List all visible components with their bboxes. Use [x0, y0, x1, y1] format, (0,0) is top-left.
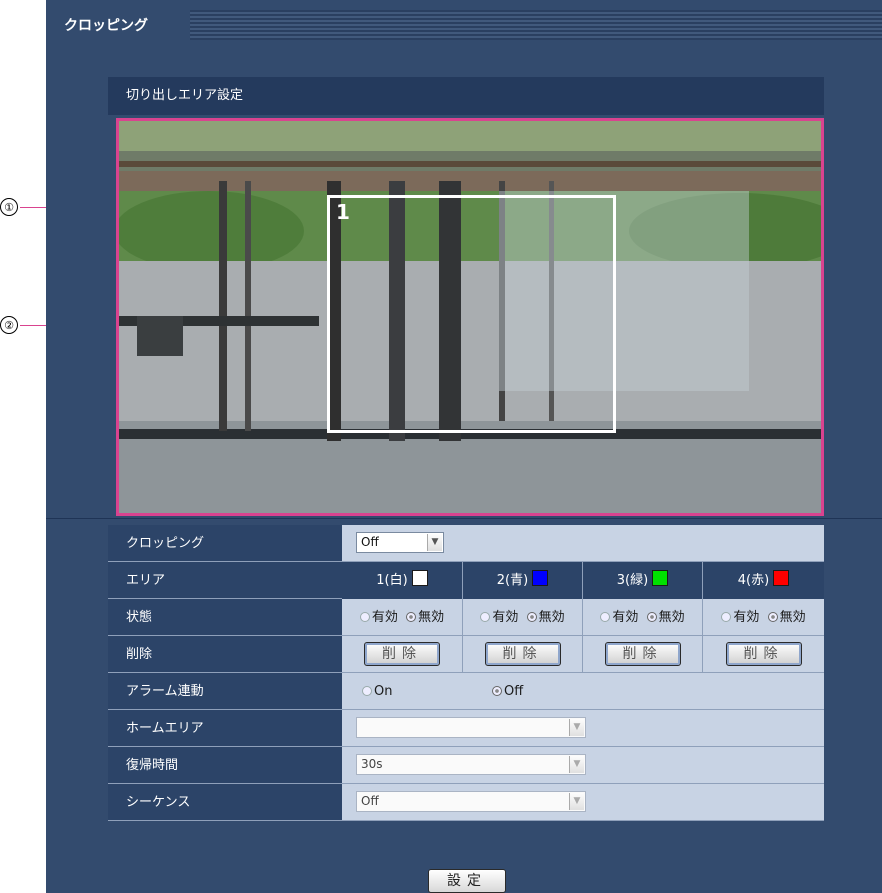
row-area: エリア 1(白) 2(青) 3(緑) 4(赤) — [108, 562, 824, 599]
settings-panel: クロッピング 切り出しエリア設定 1 クロッピング Off ▼ エリア 1(白)… — [46, 0, 882, 893]
span: Off — [361, 794, 379, 808]
span: 有効 — [733, 610, 760, 625]
span: 30s — [361, 757, 383, 771]
callout-1: ① — [0, 198, 18, 216]
alarm-label: アラーム連動 — [108, 673, 342, 710]
status-2-on-radio[interactable] — [480, 612, 491, 622]
camera-preview[interactable]: 1 — [116, 118, 824, 516]
status-4-on-radio[interactable] — [721, 612, 732, 622]
status-label: 状態 — [108, 599, 342, 636]
cell: 削除 — [702, 636, 824, 673]
span: 3(緑) — [616, 573, 649, 588]
cell: 削除 — [342, 636, 462, 673]
status-area-3: 有効 無効 — [582, 599, 702, 636]
area-1-swatch — [411, 570, 428, 586]
value: 有効 無効 有効 無効 有効 無効 有効 無効 — [342, 599, 824, 636]
value: On Off — [342, 673, 824, 710]
status-4-off-radio[interactable] — [767, 612, 778, 622]
span: 有効 — [492, 610, 519, 625]
home-area-select[interactable]: ▼ — [356, 717, 586, 738]
crop-area-number: 1 — [336, 200, 350, 224]
span: 有効 — [612, 610, 639, 625]
row-alarm: アラーム連動 On Off — [108, 673, 824, 710]
span: 無効 — [658, 610, 685, 625]
tab-cropping[interactable]: クロッピング — [46, 8, 186, 44]
area-4-swatch — [773, 570, 790, 586]
area-2-swatch — [532, 570, 549, 586]
status-2-off-radio[interactable] — [526, 612, 537, 622]
cropping-select-value: Off — [361, 535, 379, 549]
status-1-on-radio[interactable] — [359, 612, 370, 622]
delete-button-3[interactable]: 削除 — [604, 642, 681, 666]
value: ▼ — [342, 710, 824, 747]
chevron-down-icon: ▼ — [427, 534, 442, 551]
row-return-time: 復帰時間 30s ▼ — [108, 747, 824, 784]
span: 1(白) — [376, 573, 408, 588]
value: 1(白) 2(青) 3(緑) 4(赤) — [342, 562, 824, 599]
area-2: 2(青) — [462, 562, 582, 599]
value: 30s ▼ — [342, 747, 824, 784]
div: Off — [492, 673, 523, 710]
area-4: 4(赤) — [702, 562, 824, 599]
divider — [46, 518, 882, 519]
span: On — [374, 684, 393, 699]
delete-button-1[interactable]: 削除 — [364, 642, 440, 666]
row-cropping: クロッピング Off ▼ — [108, 525, 824, 562]
span: 無効 — [538, 610, 565, 625]
delete-button-2[interactable]: 削除 — [484, 642, 561, 666]
delete-label: 削除 — [108, 636, 342, 673]
status-area-2: 有効 無効 — [462, 599, 582, 636]
row-sequence: シーケンス Off ▼ — [108, 784, 824, 821]
tab-gap — [186, 8, 190, 44]
alarm-on-radio[interactable] — [362, 686, 372, 696]
cropping-label: クロッピング — [108, 525, 342, 562]
callout-2: ② — [0, 316, 18, 334]
area-1: 1(白) — [342, 562, 462, 599]
set-button[interactable]: 設定 — [428, 869, 506, 893]
status-area-4: 有効 無効 — [702, 599, 824, 636]
span: 有効 — [371, 610, 398, 625]
value: 削除 削除 削除 削除 — [342, 636, 824, 673]
section-title: 切り出しエリア設定 — [108, 77, 824, 115]
sequence-select[interactable]: Off ▼ — [356, 791, 586, 812]
delete-button-4[interactable]: 削除 — [725, 642, 802, 666]
status-area-1: 有効 無効 — [342, 599, 462, 636]
status-3-off-radio[interactable] — [646, 612, 657, 622]
div: On — [362, 673, 392, 710]
chevron-down-icon: ▼ — [569, 756, 584, 773]
status-3-on-radio[interactable] — [600, 612, 611, 622]
span: 無効 — [418, 610, 445, 625]
cropping-select[interactable]: Off ▼ — [356, 532, 444, 553]
cell: 削除 — [462, 636, 582, 673]
span: 2(青) — [496, 573, 529, 588]
cell: 削除 — [582, 636, 702, 673]
value: Off ▼ — [342, 525, 824, 562]
area-3: 3(緑) — [582, 562, 702, 599]
row-delete: 削除 削除 削除 削除 削除 — [108, 636, 824, 673]
return-time-label: 復帰時間 — [108, 747, 342, 784]
row-status: 状態 有効 無効 有効 無効 有効 無効 有効 無効 — [108, 599, 824, 636]
chevron-down-icon: ▼ — [569, 793, 584, 810]
crop-area-1[interactable]: 1 — [327, 195, 616, 433]
value: Off ▼ — [342, 784, 824, 821]
span: 無効 — [779, 610, 806, 625]
span: Off — [504, 684, 524, 699]
alarm-off-radio[interactable] — [492, 686, 502, 696]
status-1-off-radio[interactable] — [406, 612, 417, 622]
chevron-down-icon: ▼ — [569, 719, 584, 736]
area-3-swatch — [652, 570, 669, 586]
sequence-label: シーケンス — [108, 784, 342, 821]
area-label: エリア — [108, 562, 342, 599]
return-time-select[interactable]: 30s ▼ — [356, 754, 586, 775]
home-area-label: ホームエリア — [108, 710, 342, 747]
span: 4(赤) — [737, 573, 770, 588]
row-home-area: ホームエリア ▼ — [108, 710, 824, 747]
